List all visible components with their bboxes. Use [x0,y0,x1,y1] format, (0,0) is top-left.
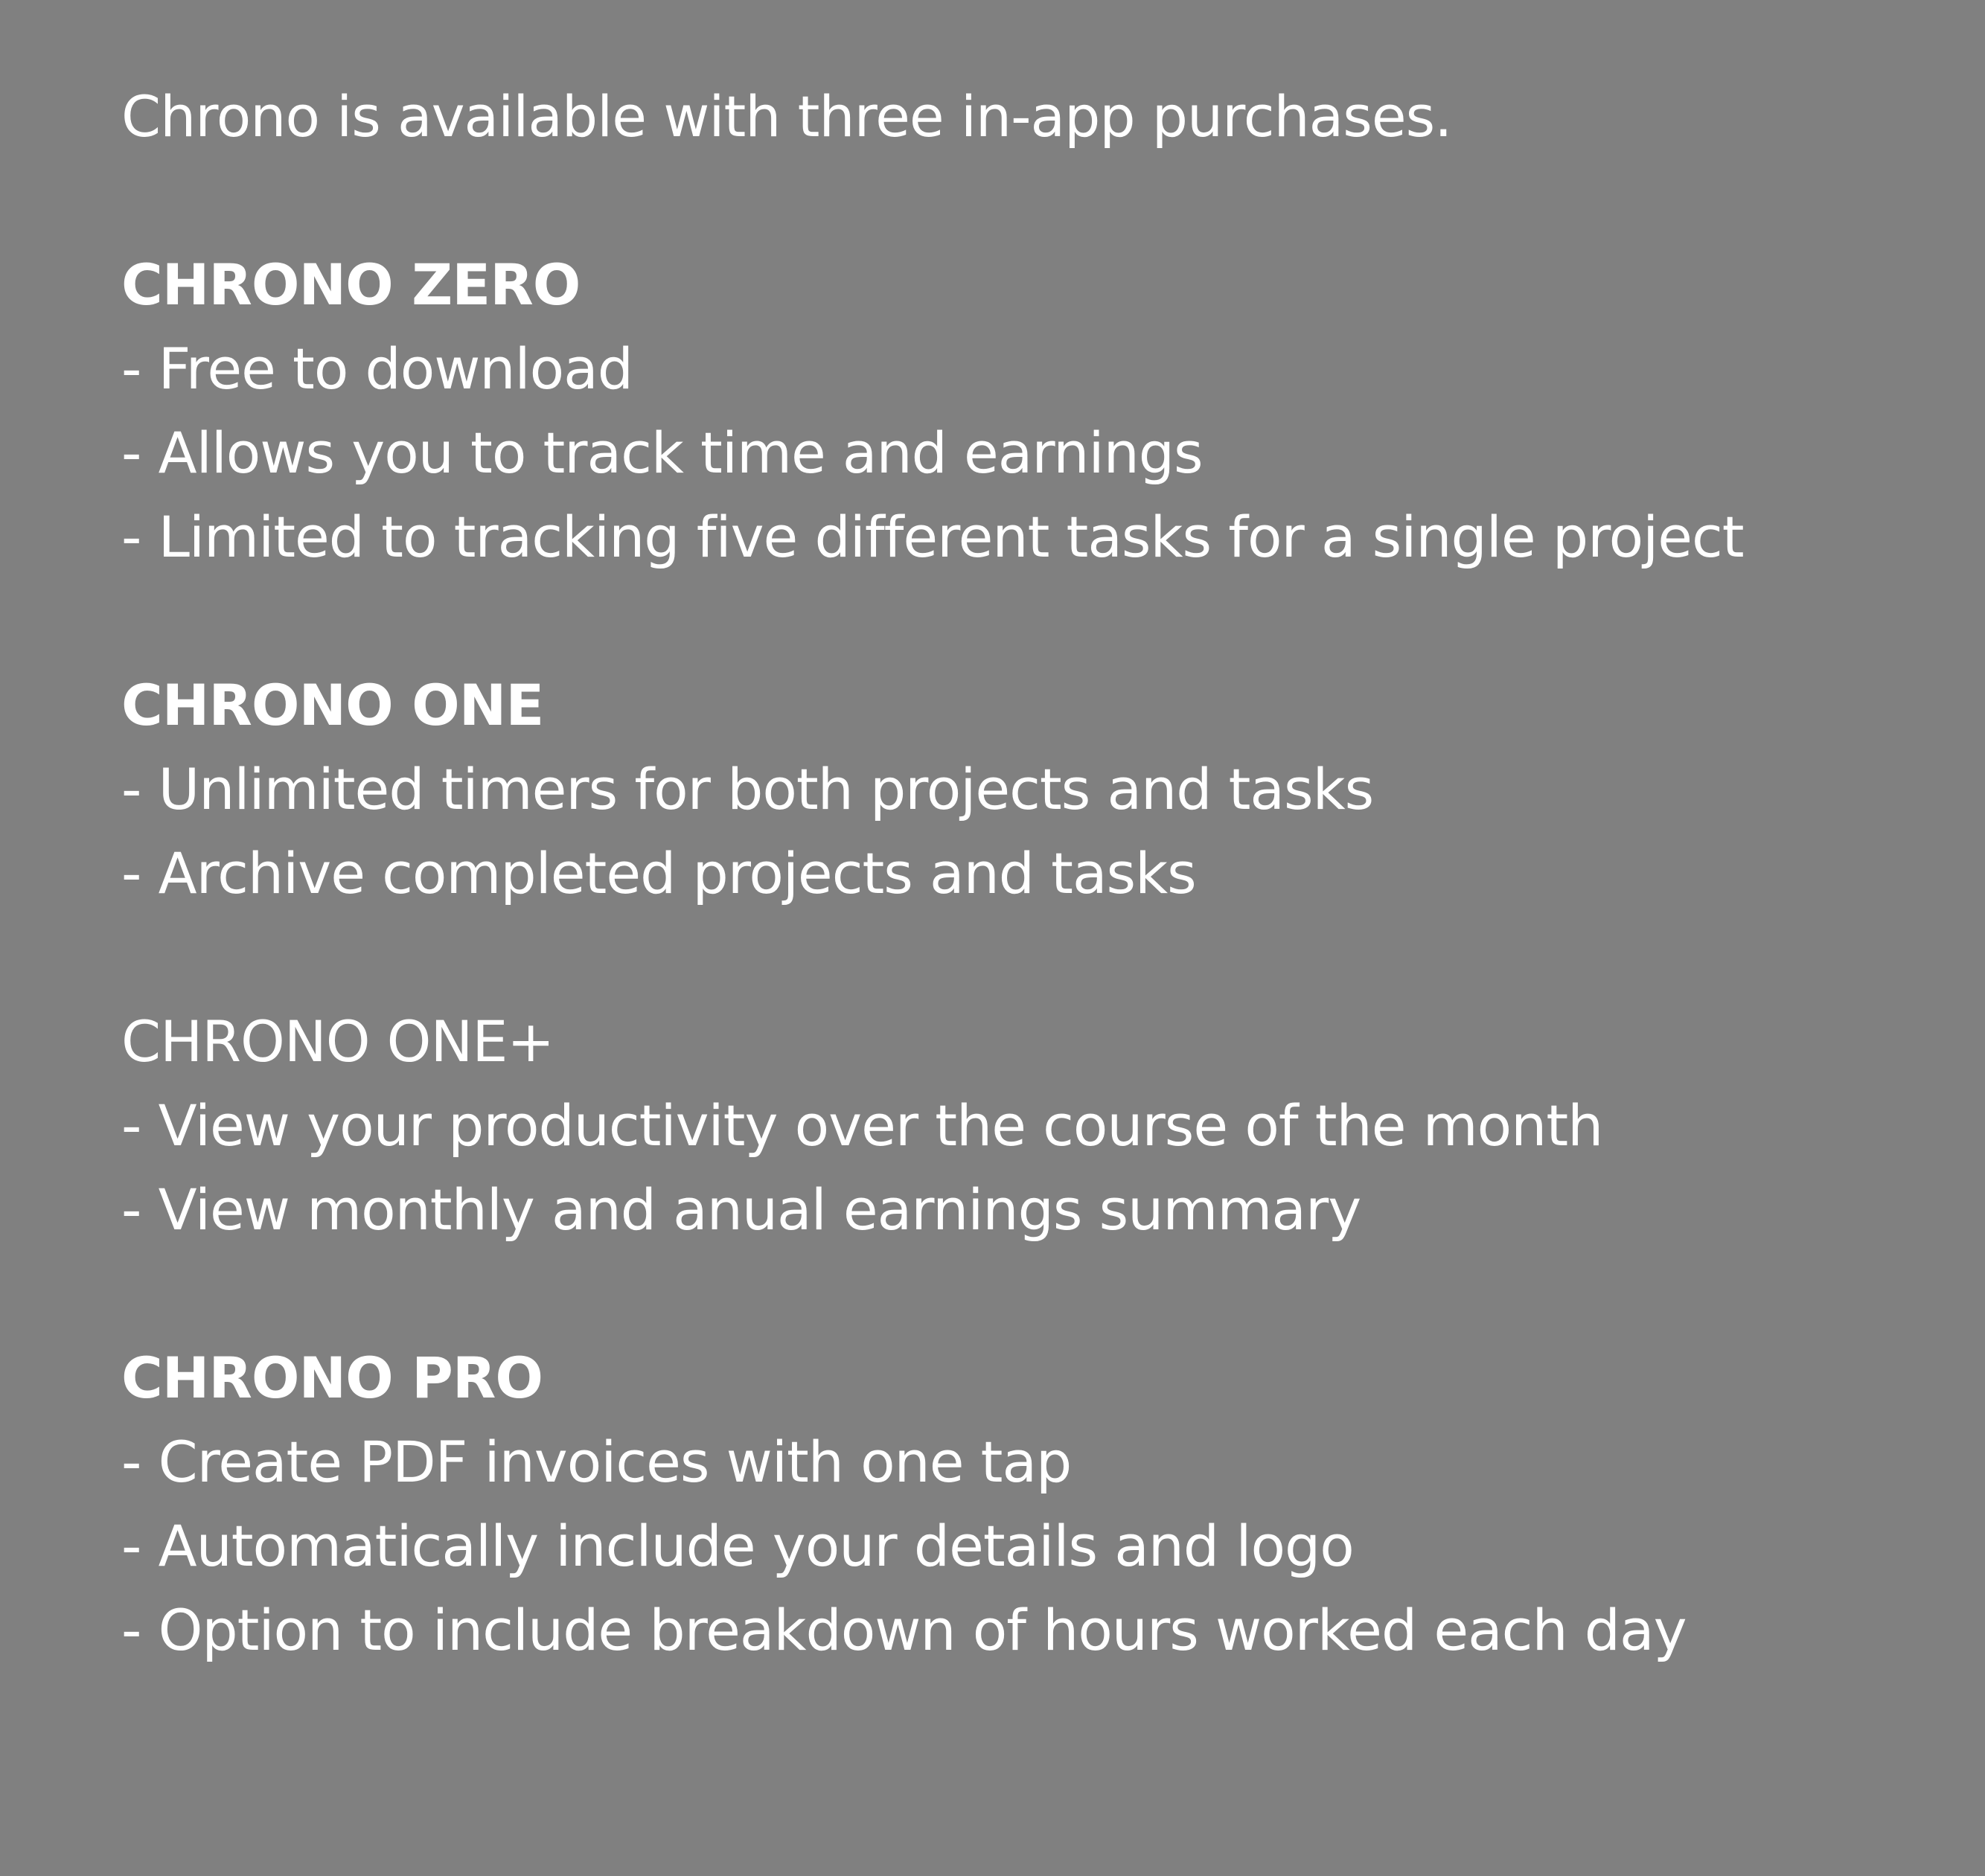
section-title: CHRONO ZERO [121,252,581,318]
section-title: CHRONO ONE [121,672,544,738]
feature-item: - Allows you to track time and earnings [121,420,1204,486]
feature-item: - Option to include breakdown of hours w… [121,1597,1687,1663]
section-chrono-one: CHRONO ONE - Unlimited timers for both p… [121,663,1937,915]
intro-text: Chrono is available with three in-app pu… [121,83,1452,150]
feature-item: - Archive completed projects and tasks [121,840,1197,906]
feature-item: - Free to download [121,336,633,402]
purchase-info-document: Chrono is available with three in-app pu… [121,74,1937,1672]
section-title: CHRONO ONE+ [121,1008,554,1075]
section-chrono-zero: CHRONO ZERO - Free to download - Allows … [121,243,1937,579]
feature-item: - View your productivity over the course… [121,1092,1603,1159]
section-chrono-one-plus: CHRONO ONE+ - View your productivity ove… [121,999,1937,1252]
feature-item: - View monthly and anual earnings summar… [121,1176,1361,1243]
feature-item: - Unlimited timers for both projects and… [121,756,1374,822]
section-chrono-pro: CHRONO PRO - Create PDF invoices with on… [121,1336,1937,1672]
section-title: CHRONO PRO [121,1345,543,1411]
feature-item: - Create PDF invoices with one tap [121,1429,1072,1495]
feature-item: - Limited to tracking five different tas… [121,504,1745,570]
feature-item: - Automatically include your details and… [121,1513,1355,1579]
